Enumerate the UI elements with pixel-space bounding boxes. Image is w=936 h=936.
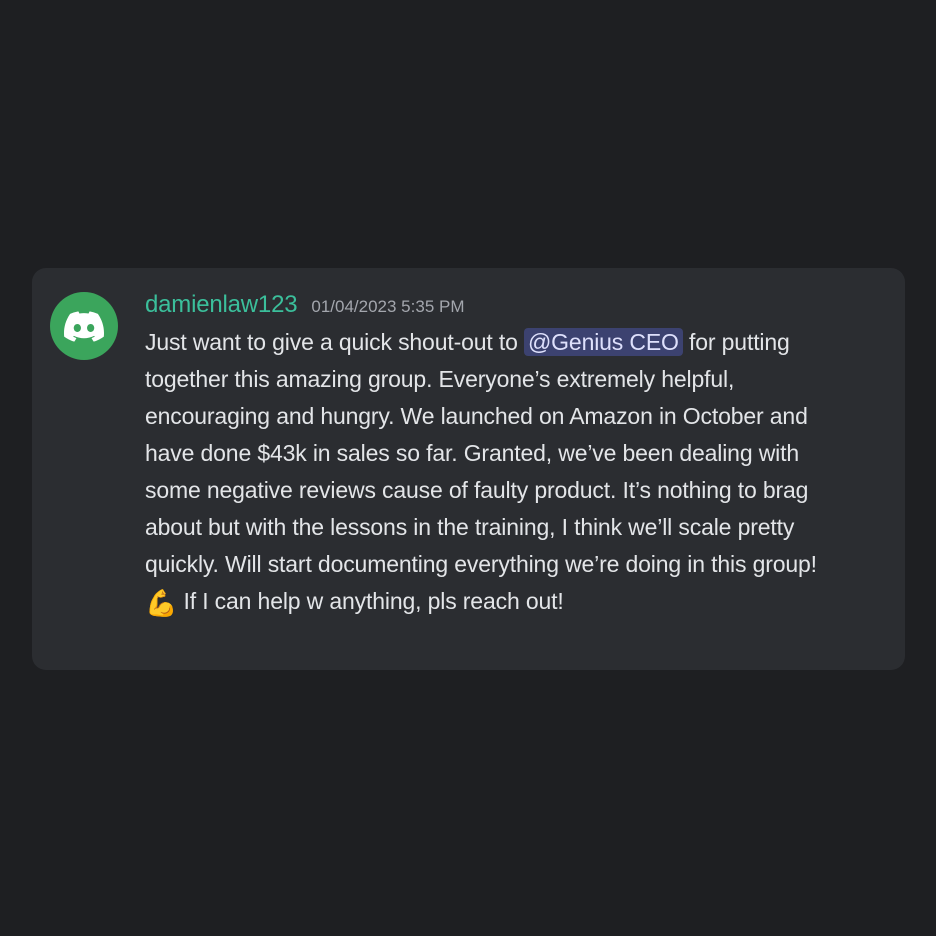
message-header: damienlaw123 01/04/2023 5:35 PM [145, 290, 845, 320]
message-text-part: for putting together this amazing group.… [145, 329, 817, 577]
message-text-part: If I can help w anything, pls reach out! [177, 588, 564, 614]
flexed-biceps-emoji-icon: 💪 [145, 588, 178, 618]
discord-logo-icon [64, 310, 104, 342]
message-body: Just want to give a quick shout-out to @… [145, 324, 845, 620]
user-avatar[interactable] [50, 292, 118, 360]
message-text-part: Just want to give a quick shout-out to [145, 329, 524, 355]
chat-message: damienlaw123 01/04/2023 5:35 PM Just wan… [32, 268, 905, 670]
username[interactable]: damienlaw123 [145, 290, 298, 320]
user-mention[interactable]: @Genius CEO [523, 328, 683, 356]
message-content: damienlaw123 01/04/2023 5:35 PM Just wan… [145, 290, 845, 620]
timestamp: 01/04/2023 5:35 PM [311, 297, 465, 316]
